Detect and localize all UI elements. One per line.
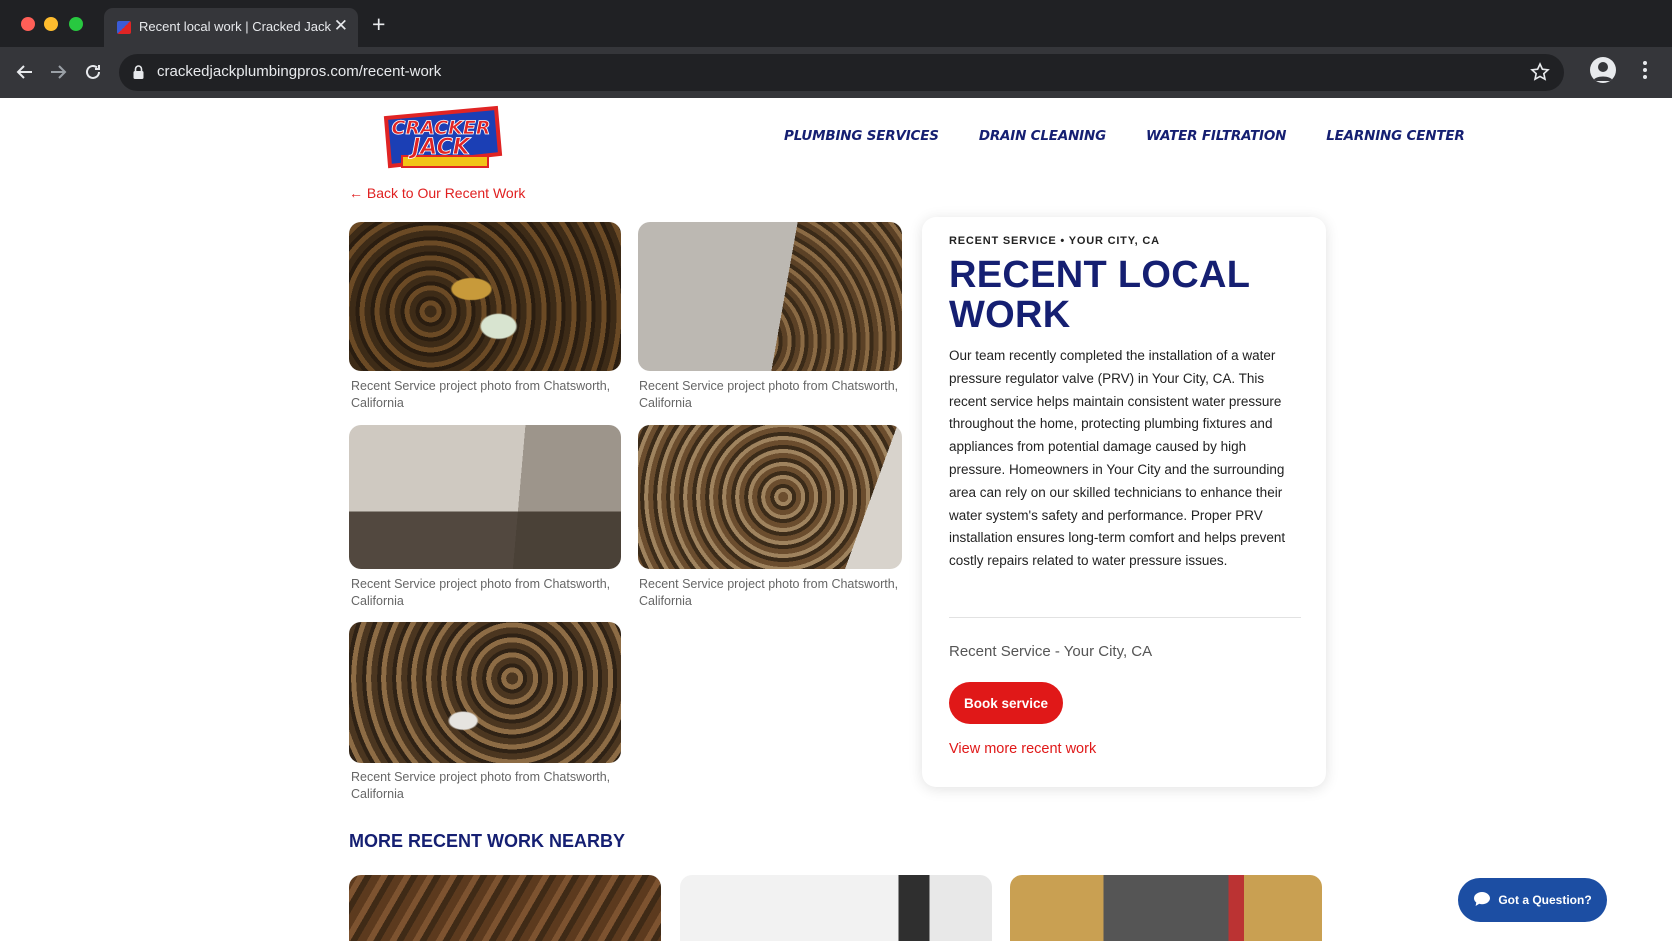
window-minimize-button[interactable]: [44, 17, 58, 31]
main-nav: PLUMBING SERVICES DRAIN CLEANING WATER F…: [784, 128, 1465, 144]
nav-water-filtration[interactable]: WATER FILTRATION: [1146, 128, 1286, 144]
view-more-recent-work-link[interactable]: View more recent work: [949, 741, 1096, 757]
window-maximize-button[interactable]: [69, 17, 83, 31]
project-photo-4[interactable]: [638, 425, 902, 569]
bookmark-star-icon[interactable]: [1530, 62, 1550, 87]
page-content: CRACKER JACK PLUMBING SERVICES DRAIN CLE…: [0, 98, 1672, 941]
project-photo-1[interactable]: [349, 222, 621, 371]
nearby-work-card-2[interactable]: [680, 875, 992, 941]
project-photo-3[interactable]: [349, 425, 621, 569]
nav-drain-cleaning[interactable]: DRAIN CLEANING: [979, 128, 1106, 144]
browser-tab-active[interactable]: Recent local work | Cracked Jack ✕: [104, 8, 358, 47]
forward-arrow-icon[interactable]: [43, 57, 73, 87]
tab-close-icon[interactable]: ✕: [334, 17, 348, 34]
tab-title: Recent local work | Cracked Jack: [139, 19, 331, 34]
page-title: RECENT LOCAL WORK: [949, 254, 1250, 336]
logo-text-bottom: JACK: [408, 135, 472, 160]
nav-learning-center[interactable]: LEARNING CENTER: [1326, 128, 1465, 144]
photo-caption-1: Recent Service project photo from Chatsw…: [351, 379, 611, 410]
back-to-recent-work-link[interactable]: ← Back to Our Recent Work: [349, 185, 525, 201]
card-description: Our team recently completed the installa…: [949, 348, 1286, 569]
site-favicon-icon: [117, 21, 131, 34]
browser-tab-bar: Recent local work | Cracked Jack ✕ +: [0, 0, 1672, 47]
nearby-section-title: MORE RECENT WORK NEARBY: [349, 831, 626, 851]
service-info-card: RECENT SERVICE • YOUR CITY, CA RECENT LO…: [922, 217, 1326, 787]
card-eyebrow: RECENT SERVICE • YOUR CITY, CA: [949, 235, 1160, 247]
profile-avatar-icon[interactable]: [1590, 57, 1616, 83]
chat-widget-button[interactable]: Got a Question?: [1458, 878, 1607, 922]
project-photo-5[interactable]: [349, 622, 621, 763]
photo-caption-4: Recent Service project photo from Chatsw…: [639, 577, 899, 608]
card-divider: [949, 617, 1301, 618]
address-bar[interactable]: crackedjackplumbingpros.com/recent-work: [119, 54, 1564, 91]
photo-caption-5: Recent Service project photo from Chatsw…: [351, 770, 611, 801]
card-subtitle: Recent Service - Your City, CA: [949, 643, 1153, 660]
window-close-button[interactable]: [21, 17, 35, 31]
nearby-work-card-1[interactable]: [349, 875, 661, 941]
project-photo-2[interactable]: [638, 222, 902, 371]
chat-label: Got a Question?: [1498, 893, 1592, 907]
reload-icon[interactable]: [78, 57, 108, 87]
photo-caption-3: Recent Service project photo from Chatsw…: [351, 577, 611, 608]
browser-menu-icon[interactable]: [1642, 59, 1648, 86]
chat-bubble-icon: [1473, 891, 1491, 910]
nearby-work-card-3[interactable]: [1010, 875, 1322, 941]
photo-caption-2: Recent Service project photo from Chatsw…: [639, 379, 899, 410]
back-arrow-icon[interactable]: [10, 57, 40, 87]
site-logo[interactable]: CRACKER JACK: [378, 104, 505, 172]
url-text: crackedjackplumbingpros.com/recent-work: [157, 63, 442, 80]
new-tab-icon[interactable]: +: [372, 12, 385, 36]
lock-icon: [133, 65, 144, 84]
book-service-button[interactable]: Book service: [949, 682, 1063, 724]
browser-toolbar: crackedjackplumbingpros.com/recent-work: [0, 47, 1672, 98]
nav-plumbing-services[interactable]: PLUMBING SERVICES: [784, 128, 939, 144]
